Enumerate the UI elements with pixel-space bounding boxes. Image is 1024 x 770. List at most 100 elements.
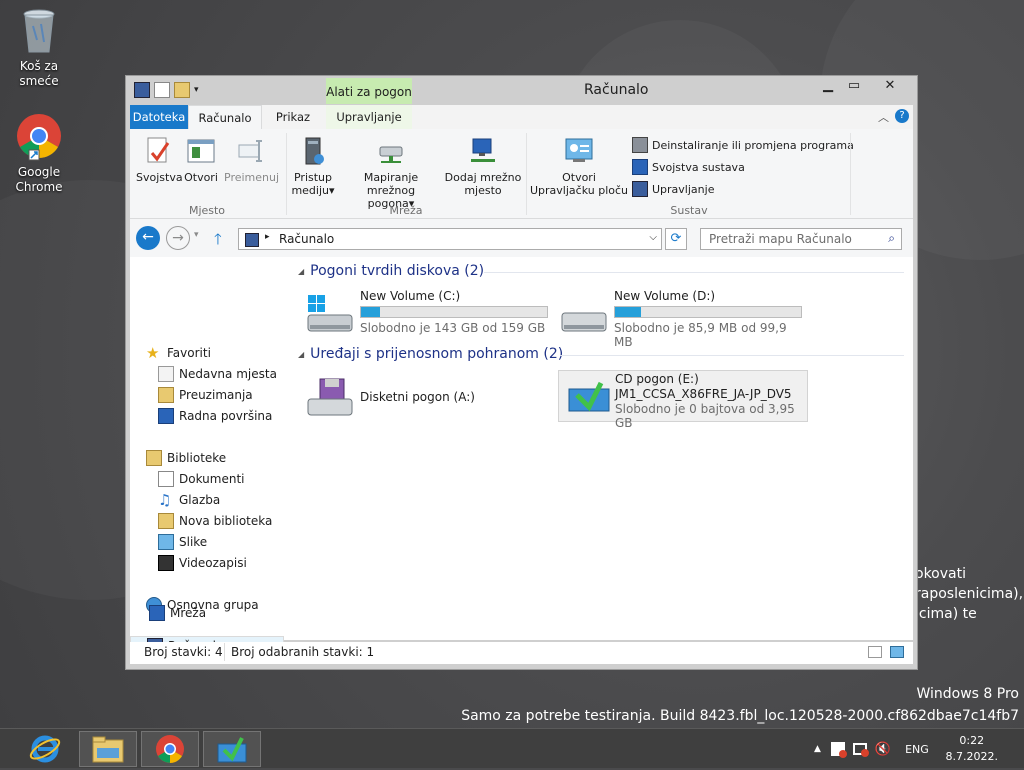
internet-explorer-icon — [29, 735, 61, 763]
address-bar[interactable]: ▸ Računalo ⌵ — [238, 228, 662, 250]
address-dropdown-icon[interactable]: ⌵ — [649, 232, 657, 243]
collapse-triangle-icon[interactable]: ◢ — [298, 350, 304, 359]
address-path: Računalo — [279, 232, 335, 246]
recent-locations-chevron-icon[interactable]: ▾ — [194, 230, 199, 240]
tab-manage[interactable]: Upravljanje — [326, 105, 412, 129]
up-arrow-icon[interactable]: 🡑 — [214, 229, 222, 254]
help-icon[interactable]: ? — [895, 109, 909, 123]
clock-date: 8.7.2022. — [945, 750, 998, 763]
windows-edition: Windows 8 Pro — [916, 686, 1019, 702]
network-status-icon[interactable] — [852, 743, 869, 757]
collapse-triangle-icon[interactable]: ◢ — [298, 267, 304, 276]
nav-new-library[interactable]: Nova biblioteka — [158, 511, 272, 531]
language-indicator[interactable]: ENG — [905, 743, 929, 756]
action-center-flag-icon[interactable] — [830, 742, 847, 758]
rename-label: Preimenuj — [224, 171, 280, 184]
group-label-network: Mreža — [389, 204, 423, 217]
nav-libraries[interactable]: Biblioteke — [146, 448, 226, 468]
search-input[interactable]: Pretraži mapu Računalo ⌕ — [700, 228, 902, 250]
uninstall-program-button[interactable]: Deinstaliranje ili promjena programa — [632, 137, 854, 153]
access-media-label: Pristup mediju▾ — [291, 171, 335, 197]
details-view-icon[interactable] — [868, 646, 882, 658]
file-explorer-taskbar-button[interactable] — [79, 731, 137, 767]
network-icon — [149, 605, 165, 621]
desktop-icon-label: Google Chrome — [15, 165, 63, 194]
taskbar: ▲ 🔇 ENG 0:22 8.7.2022. — [0, 728, 1024, 768]
section-hard-drives[interactable]: ◢ Pogoni tvrdih diskova (2) — [298, 263, 484, 279]
refresh-button[interactable]: ⟳ — [665, 228, 687, 250]
tab-view[interactable]: Prikaz — [268, 105, 318, 129]
chrome-taskbar-button[interactable] — [141, 731, 199, 767]
drive-a[interactable]: Disketni pogon (A:) — [306, 373, 554, 423]
manage-button[interactable]: Upravljanje — [632, 181, 714, 197]
nav-music[interactable]: ♫ Glazba — [158, 490, 220, 510]
add-location-label-line: mjesto — [464, 184, 502, 197]
drive-tools-context-tab[interactable]: Alati za pogon — [326, 78, 412, 104]
properties-icon — [147, 137, 170, 163]
nav-favorites[interactable]: ★ Favoriti — [146, 343, 211, 363]
nav-network[interactable]: Mreža — [149, 603, 206, 623]
open-control-panel-button[interactable]: Otvori Upravljačku ploču — [530, 135, 628, 197]
chevron-down-icon[interactable]: ▾ — [194, 83, 204, 97]
new-folder-small-icon[interactable] — [174, 82, 190, 98]
drive-name: New Volume (C:) — [360, 289, 461, 303]
drive-d[interactable]: New Volume (D:) Slobodno je 85,9 MB od 9… — [560, 289, 808, 349]
open-button[interactable]: Otvori — [182, 135, 220, 184]
background-window-text: okovati — [915, 566, 966, 582]
access-media-button[interactable]: Pristup mediju▾ — [290, 135, 336, 197]
system-properties-button[interactable]: Svojstva sustava — [632, 159, 745, 175]
computer-small-icon[interactable] — [134, 82, 150, 98]
computer-icon — [245, 233, 259, 247]
internet-explorer-taskbar-button[interactable] — [16, 731, 74, 767]
tab-file[interactable]: Datoteka — [130, 105, 188, 129]
nav-videos[interactable]: Videozapisi — [158, 553, 247, 573]
large-icons-view-icon[interactable] — [890, 646, 904, 658]
close-button[interactable]: ✕ — [867, 76, 913, 96]
drive-usage-bar — [614, 306, 802, 318]
nav-recent[interactable]: Nedavna mjesta — [158, 364, 277, 384]
back-button[interactable]: ← — [136, 226, 160, 250]
status-separator — [224, 643, 225, 661]
nav-label: Glazba — [179, 493, 221, 507]
nav-desktop[interactable]: Radna površina — [158, 406, 272, 426]
cd-drive-icon — [568, 381, 610, 412]
tab-computer[interactable]: Računalo — [188, 105, 262, 129]
nav-pictures[interactable]: Slike — [158, 532, 207, 552]
section-removable[interactable]: ◢ Uređaji s prijenosnom pohranom (2) — [298, 346, 563, 362]
floppy-drive-icon — [307, 378, 353, 416]
drive-c[interactable]: New Volume (C:) Slobodno je 143 GB od 15… — [306, 289, 554, 339]
window-title: Računalo — [584, 82, 649, 98]
chevron-up-icon[interactable]: ︿ — [878, 109, 889, 125]
volume-muted-icon[interactable]: 🔇 — [875, 742, 891, 757]
chrome-shortcut[interactable]: Google Chrome — [1, 112, 77, 195]
properties-small-icon[interactable] — [154, 82, 170, 98]
map-network-drive-button[interactable]: Mapiranje mrežnog pogona▾ — [338, 135, 444, 210]
forward-button[interactable]: → — [166, 226, 190, 250]
rename-icon — [238, 140, 262, 162]
desktop-icon — [158, 408, 174, 424]
maximize-button[interactable]: ▭ — [841, 76, 867, 96]
add-network-location-button[interactable]: Dodaj mrežno mjesto — [444, 135, 522, 197]
open-window-icon — [187, 139, 215, 163]
drive-e[interactable]: CD pogon (E:) JM1_CCSA_X86FRE_JA-JP_DV5 … — [558, 370, 808, 430]
nav-label: Biblioteke — [167, 451, 227, 465]
nav-documents[interactable]: Dokumenti — [158, 469, 244, 489]
section-divider — [560, 355, 904, 356]
star-icon: ★ — [146, 344, 160, 362]
uninstall-label: Deinstaliranje ili promjena programa — [652, 138, 854, 152]
rename-button[interactable]: Preimenuj — [224, 135, 280, 184]
drive-free-space: Slobodno je 0 bajtova od 3,95 GB — [615, 402, 795, 430]
network-location-icon — [471, 138, 495, 162]
clock[interactable]: 0:22 8.7.2022. — [946, 733, 998, 765]
search-icon[interactable]: ⌕ — [888, 231, 895, 246]
show-hidden-icons-icon[interactable]: ▲ — [814, 744, 821, 754]
quick-access-toolbar: ▾ — [134, 82, 204, 98]
nav-downloads[interactable]: Preuzimanja — [158, 385, 253, 405]
minimize-button[interactable]: ▁ — [815, 76, 841, 96]
setup-taskbar-button[interactable] — [203, 731, 261, 767]
recycle-bin-shortcut[interactable]: Koš za smeće — [1, 6, 77, 89]
properties-button[interactable]: Svojstva — [136, 135, 183, 184]
nav-label: Preuzimanja — [179, 388, 253, 402]
breadcrumb-chevron-icon[interactable]: ▸ — [265, 232, 270, 242]
title-bar[interactable]: ▾ Alati za pogon Računalo ▁ ▭ ✕ — [126, 76, 917, 104]
